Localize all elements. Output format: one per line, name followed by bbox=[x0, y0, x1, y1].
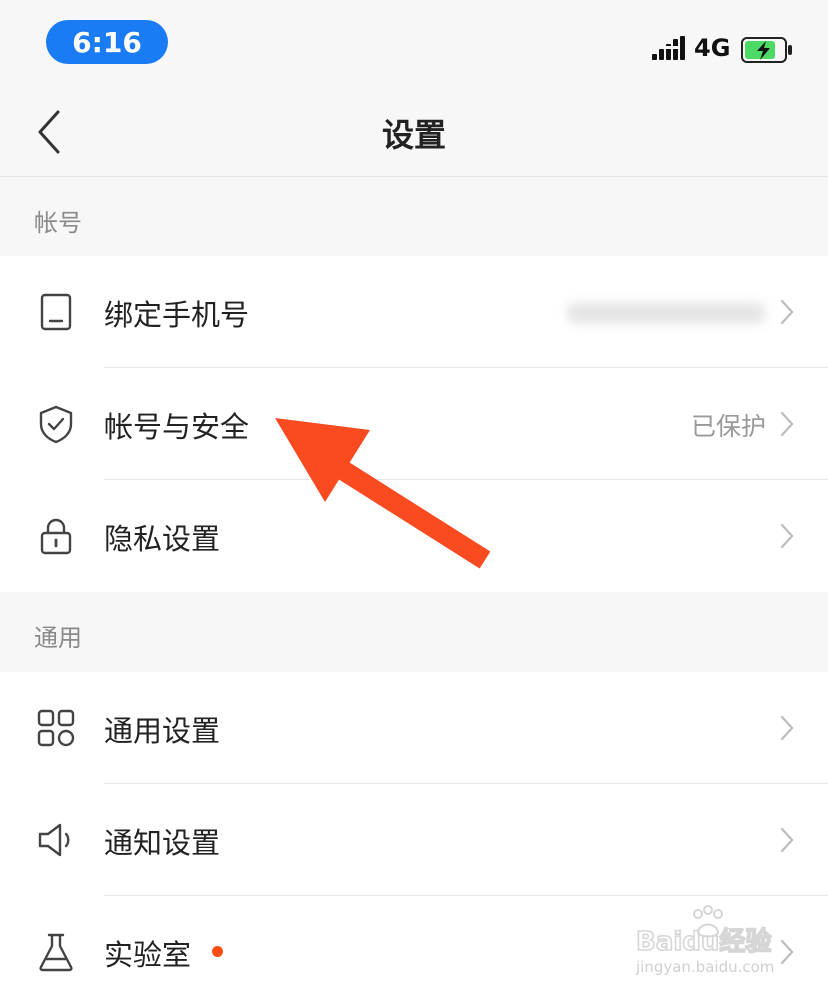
battery-charging-icon bbox=[741, 37, 792, 63]
general-group: 通用设置 通知设置 实验室 bbox=[0, 672, 828, 1008]
signal-bars-icon bbox=[652, 36, 685, 60]
row-label: 隐私设置 bbox=[104, 522, 221, 556]
phone-number-blurred bbox=[566, 302, 766, 324]
phone-icon bbox=[40, 293, 72, 331]
speaker-icon bbox=[38, 823, 70, 857]
row-lab[interactable]: 实验室 bbox=[0, 896, 828, 1008]
row-bind-phone[interactable]: 绑定手机号 bbox=[0, 256, 828, 368]
new-badge-dot bbox=[212, 946, 223, 957]
chevron-right-icon bbox=[780, 299, 794, 325]
security-status-value: 已保护 bbox=[690, 412, 766, 441]
flask-icon bbox=[39, 933, 73, 972]
row-label: 绑定手机号 bbox=[104, 298, 250, 332]
section-header-account: 帐号 bbox=[0, 177, 828, 256]
status-time: 6:16 bbox=[46, 20, 168, 64]
network-type: 4G bbox=[694, 34, 731, 62]
row-label: 实验室 bbox=[104, 938, 192, 972]
chevron-right-icon bbox=[780, 939, 794, 965]
account-group: 绑定手机号 帐号与安全 已保护 隐私设置 bbox=[0, 256, 828, 592]
chevron-right-icon bbox=[780, 411, 794, 437]
section-header-label: 通用 bbox=[34, 624, 82, 652]
row-notification-settings[interactable]: 通知设置 bbox=[0, 784, 828, 896]
chevron-right-icon bbox=[780, 827, 794, 853]
grid-icon bbox=[37, 709, 75, 747]
shield-check-icon bbox=[39, 405, 73, 444]
row-account-security[interactable]: 帐号与安全 已保护 bbox=[0, 368, 828, 480]
page-title: 设置 bbox=[381, 116, 446, 154]
nav-bar: 设置 bbox=[0, 88, 828, 177]
status-bar: 6:16 4G bbox=[0, 0, 828, 88]
section-header-label: 帐号 bbox=[34, 209, 82, 237]
row-privacy-settings[interactable]: 隐私设置 bbox=[0, 480, 828, 592]
row-general-settings[interactable]: 通用设置 bbox=[0, 672, 828, 784]
lock-icon bbox=[40, 518, 72, 555]
chevron-right-icon bbox=[780, 715, 794, 741]
chevron-right-icon bbox=[780, 523, 794, 549]
row-label: 通用设置 bbox=[104, 714, 221, 748]
row-label: 通知设置 bbox=[104, 826, 221, 860]
section-header-general: 通用 bbox=[0, 592, 828, 672]
row-label: 帐号与安全 bbox=[104, 410, 250, 444]
